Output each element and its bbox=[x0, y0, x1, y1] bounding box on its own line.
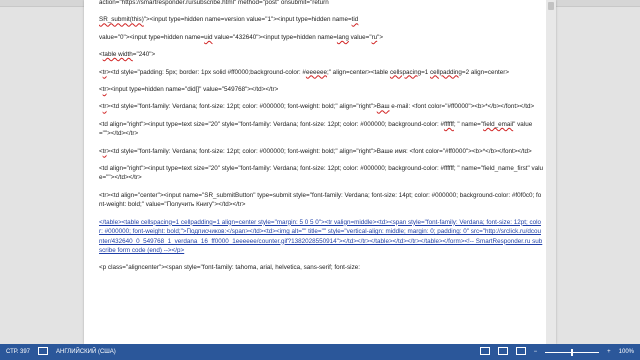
text-run: eeeeee bbox=[305, 68, 327, 76]
text-run: ;" align=center><table bbox=[326, 68, 390, 76]
text-run: field_email bbox=[483, 120, 514, 128]
code-paragraph[interactable]: SR_submit(this)"><input type=hidden name… bbox=[99, 15, 544, 24]
text-run: e-mail: <font color="#ff0000"><b>*</b></… bbox=[389, 103, 535, 111]
code-paragraph[interactable]: <tr><td style="font-family: Verdana; fon… bbox=[99, 147, 544, 156]
text-run: tid bbox=[351, 16, 359, 24]
text-run: <td align="right"><input type=text size=… bbox=[99, 120, 444, 128]
vertical-scrollbar[interactable] bbox=[546, 0, 556, 344]
text-run: value="0"><input type=hidden name= bbox=[99, 33, 205, 41]
text-run: lang bbox=[336, 33, 349, 41]
code-paragraph[interactable]: <tr><input type=hidden name="did[]" valu… bbox=[99, 85, 544, 94]
code-paragraph[interactable]: <td align="right"><input type=text size=… bbox=[99, 120, 544, 139]
text-run: cellpadding bbox=[430, 68, 462, 76]
code-paragraph[interactable]: <tr><td style="padding: 5px; border: 1px… bbox=[99, 68, 544, 77]
text-run: action="https://smartresponder.ru/subscr… bbox=[99, 0, 329, 6]
code-paragraph[interactable]: action="https://smartresponder.ru/subscr… bbox=[99, 0, 544, 7]
text-run: ="240"> bbox=[132, 51, 156, 59]
zoom-level[interactable]: 100% bbox=[619, 344, 634, 360]
zoom-slider-knob[interactable] bbox=[571, 348, 574, 356]
text-run: ; " name=" bbox=[453, 120, 484, 128]
text-run: value="432640"><input type=hidden name= bbox=[212, 33, 337, 41]
scrollbar-thumb[interactable] bbox=[548, 2, 554, 10]
text-run: "><input type=hidden name=version value=… bbox=[143, 16, 352, 24]
code-paragraph[interactable]: </table><table cellspacing=1 cellpadding… bbox=[99, 218, 544, 256]
text-run: ffffff bbox=[443, 120, 454, 128]
code-paragraph[interactable]: <table width="240"> bbox=[99, 50, 544, 59]
document-body[interactable]: action="https://smartresponder.ru/subscr… bbox=[99, 0, 544, 281]
code-paragraph[interactable]: <p class="aligncenter"><span style="font… bbox=[99, 263, 544, 272]
text-run: <tr><td align="center"><input name="SR_s… bbox=[99, 191, 542, 209]
text-run: <td align="right"><input type=text size=… bbox=[99, 165, 544, 182]
text-run: uid bbox=[204, 33, 213, 41]
text-run: table width bbox=[102, 51, 133, 59]
text-run: ><td style="padding: 5px; border: 1px so… bbox=[106, 68, 306, 76]
text-run: ><td style="font-family: Verdana; font-s… bbox=[106, 147, 532, 155]
text-run: </table><table cellspacing=1 cellpadding… bbox=[99, 218, 543, 254]
text-run: ><td style="font-family: Verdana; font-s… bbox=[106, 103, 377, 111]
zoom-slider[interactable] bbox=[545, 348, 600, 356]
page-info[interactable]: СТР. 397 bbox=[6, 344, 30, 360]
code-paragraph[interactable]: <tr><td align="center"><input name="SR_s… bbox=[99, 191, 544, 210]
text-run: <p class="aligncenter"><span style="font… bbox=[99, 264, 360, 272]
text-run: value=" bbox=[348, 33, 372, 41]
text-run: cellspacing bbox=[389, 68, 422, 76]
zoom-in-button[interactable]: + bbox=[607, 344, 611, 360]
code-paragraph[interactable]: <tr><td style="font-family: Verdana; fon… bbox=[99, 102, 544, 111]
code-paragraph[interactable]: value="0"><input type=hidden name=uid va… bbox=[99, 33, 544, 42]
proofing-icon[interactable] bbox=[38, 344, 49, 360]
print-layout-icon[interactable] bbox=[497, 344, 508, 360]
status-bar: СТР. 397 АНГЛИЙСКИЙ (США) − + 100% bbox=[0, 344, 640, 360]
text-run: ><input type=hidden name="did[]" value="… bbox=[106, 86, 279, 94]
read-mode-icon[interactable] bbox=[479, 344, 490, 360]
text-run: Ваш bbox=[376, 103, 390, 111]
text-run: "> bbox=[377, 33, 384, 41]
text-run: =2 align=center> bbox=[461, 68, 509, 76]
language-indicator[interactable]: АНГЛИЙСКИЙ (США) bbox=[56, 344, 116, 360]
document-page[interactable]: action="https://smartresponder.ru/subscr… bbox=[84, 0, 556, 344]
text-run: SR_submit(this) bbox=[99, 16, 144, 24]
code-paragraph[interactable]: <td align="right"><input type=text size=… bbox=[99, 164, 544, 183]
web-layout-icon[interactable] bbox=[515, 344, 526, 360]
zoom-out-button[interactable]: − bbox=[534, 344, 538, 360]
text-run: =1 bbox=[421, 68, 431, 76]
